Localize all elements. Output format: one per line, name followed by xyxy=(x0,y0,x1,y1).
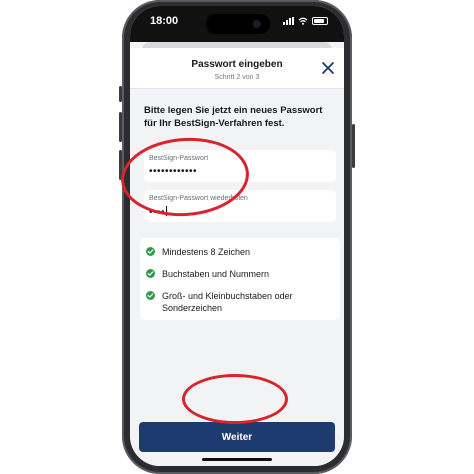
password-field-label: BestSign-Passwort xyxy=(149,155,209,162)
instruction-text: Bitte legen Sie jetzt ein neues Passwort… xyxy=(144,105,323,129)
status-icons xyxy=(283,17,328,25)
volume-down-button xyxy=(119,150,122,180)
phone-screen: 18:00 Passwort eingeben Schritt 2 von 3 … xyxy=(130,6,344,466)
volume-up-button xyxy=(119,112,122,142)
password-sheet: Passwort eingeben Schritt 2 von 3 Bitte … xyxy=(130,42,344,466)
requirement-text: Mindestens 8 Zeichen xyxy=(162,247,251,257)
check-circle-icon xyxy=(146,247,155,256)
password-repeat-value-text: •••• xyxy=(149,207,166,218)
status-bar: 18:00 xyxy=(130,6,344,42)
text-cursor xyxy=(166,206,168,216)
home-indicator xyxy=(202,458,272,461)
sheet-header: Passwort eingeben Schritt 2 von 3 xyxy=(130,48,344,89)
password-field-value: •••••••••••• xyxy=(149,166,198,177)
wifi-icon xyxy=(298,17,308,25)
password-requirements: Mindestens 8 Zeichen Buchstaben und Numm… xyxy=(140,238,340,320)
power-button xyxy=(352,124,355,168)
step-indicator: Schritt 2 von 3 xyxy=(214,74,260,81)
camera-icon xyxy=(253,20,261,28)
password-repeat-field-value: •••• xyxy=(149,206,168,218)
battery-icon xyxy=(312,17,328,25)
password-repeat-field-label: BestSign-Passwort wiederholen xyxy=(149,195,248,202)
check-circle-icon xyxy=(146,291,155,300)
password-field[interactable]: BestSign-Passwort •••••••••••• xyxy=(144,150,336,182)
password-repeat-field[interactable]: BestSign-Passwort wiederholen •••• xyxy=(144,190,336,222)
status-time: 18:00 xyxy=(150,15,179,27)
page-title: Passwort eingeben xyxy=(191,59,283,70)
close-icon[interactable] xyxy=(320,60,336,76)
check-circle-icon xyxy=(146,269,155,278)
weiter-button[interactable]: Weiter xyxy=(139,422,335,452)
requirement-item: Groß- und Kleinbuchstaben oder Sonderzei… xyxy=(146,290,332,314)
requirement-text: Groß- und Kleinbuchstaben oder Sonderzei… xyxy=(162,291,293,313)
signal-icon xyxy=(283,17,294,25)
action-button xyxy=(119,86,122,102)
requirement-text: Buchstaben und Nummern xyxy=(162,269,270,279)
dynamic-island xyxy=(206,14,270,34)
requirement-item: Buchstaben und Nummern xyxy=(146,268,332,280)
requirement-item: Mindestens 8 Zeichen xyxy=(146,246,332,258)
